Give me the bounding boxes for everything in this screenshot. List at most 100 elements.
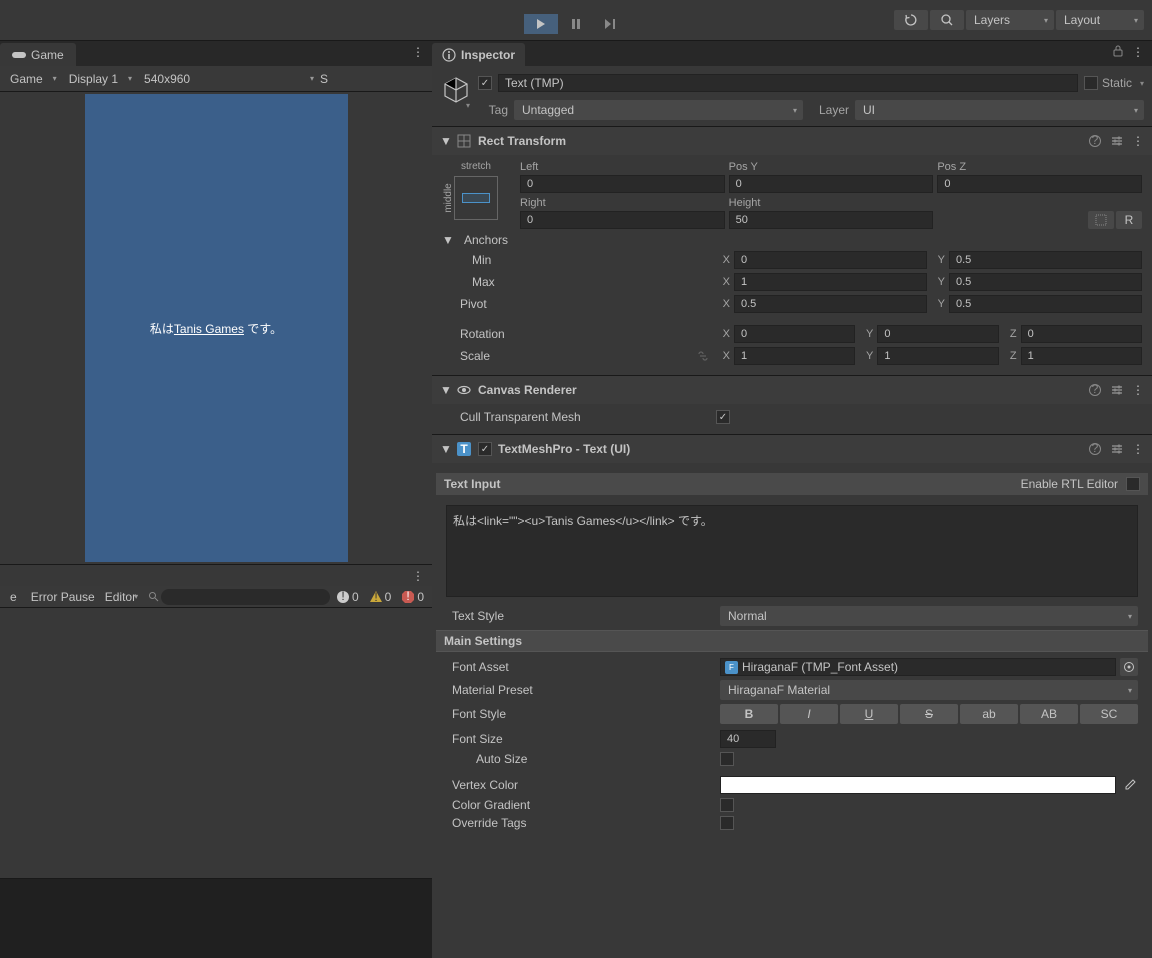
presets-icon[interactable]: [1110, 442, 1124, 456]
style-b-button[interactable]: B: [720, 704, 778, 724]
game-preview-text: 私はTanis Games です。: [150, 318, 282, 338]
anchor-max-y-input[interactable]: [949, 273, 1142, 291]
style-s-button[interactable]: S: [900, 704, 958, 724]
console-tab-menu-icon[interactable]: ⋮: [412, 569, 424, 583]
style-u-button[interactable]: U: [840, 704, 898, 724]
text-style-dropdown[interactable]: Normal: [720, 606, 1138, 626]
auto-size-checkbox[interactable]: [720, 752, 734, 766]
anchor-preset-button[interactable]: stretch middle: [442, 161, 510, 233]
main-settings-section[interactable]: Main Settings: [436, 630, 1148, 652]
text-style-label: Text Style: [446, 609, 716, 623]
pivot-label: Pivot: [442, 297, 712, 311]
pause-button[interactable]: [559, 14, 593, 34]
inspector-tab[interactable]: Inspector: [432, 43, 525, 66]
cull-checkbox[interactable]: [716, 410, 730, 424]
game-mode-dropdown[interactable]: Game: [4, 70, 61, 88]
scale-z-input[interactable]: [1021, 347, 1142, 365]
posy-input[interactable]: [729, 175, 934, 193]
console-search-input[interactable]: [161, 589, 330, 605]
style-sc-button[interactable]: SC: [1080, 704, 1138, 724]
game-tab[interactable]: Game: [0, 43, 76, 66]
left-input[interactable]: [520, 175, 725, 193]
rot-z-input[interactable]: [1021, 325, 1142, 343]
pivot-y-input[interactable]: [949, 295, 1142, 313]
scale-label-wrap: Scale: [442, 349, 712, 363]
anchors-label: Anchors: [458, 233, 508, 247]
help-icon[interactable]: ?: [1088, 442, 1102, 456]
text-input-section[interactable]: Text Input Enable RTL Editor: [436, 473, 1148, 495]
collapse-icon[interactable]: ▼: [440, 442, 450, 456]
constrain-scale-icon[interactable]: [696, 349, 710, 363]
play-button[interactable]: [524, 14, 558, 34]
rot-y-input[interactable]: [877, 325, 998, 343]
layout-dropdown[interactable]: Layout: [1056, 10, 1144, 30]
tmp-text-input[interactable]: 私は<link=""><u>Tanis Games</u></link> です。: [446, 505, 1138, 597]
console-editor-dropdown[interactable]: Editor: [103, 588, 142, 606]
presets-icon[interactable]: [1110, 383, 1124, 397]
game-display-dropdown[interactable]: Display 1: [63, 70, 136, 88]
height-label: Height: [729, 197, 934, 209]
playback-controls: [524, 14, 628, 34]
anchor-max-x-input[interactable]: [734, 273, 927, 291]
static-dropdown-arrow-icon[interactable]: ▾: [1140, 79, 1144, 88]
console-clear-button[interactable]: e: [4, 588, 23, 606]
canvas-renderer-header[interactable]: ▼ Canvas Renderer ? ⋮: [432, 376, 1152, 404]
posz-input[interactable]: [937, 175, 1142, 193]
search-button[interactable]: [930, 10, 964, 30]
help-icon[interactable]: ?: [1088, 383, 1102, 397]
console-toolbar: e Error Pause Editor ! 0 ! 0 ! 0: [0, 586, 432, 608]
undo-history-button[interactable]: [894, 10, 928, 30]
rect-transform-header[interactable]: ▼ Rect Transform ? ⋮: [432, 127, 1152, 155]
gameobject-icon[interactable]: ▾: [440, 74, 472, 106]
tag-dropdown[interactable]: Untagged: [514, 100, 803, 120]
rot-x-input[interactable]: [734, 325, 855, 343]
tmp-header[interactable]: ▼ T TextMeshPro - Text (UI) ? ⋮: [432, 435, 1152, 463]
tmp-enable-checkbox[interactable]: [478, 442, 492, 456]
step-button[interactable]: [594, 14, 628, 34]
collapse-icon[interactable]: ▼: [440, 134, 450, 148]
gameobject-active-checkbox[interactable]: [478, 76, 492, 90]
rtl-checkbox[interactable]: [1126, 477, 1140, 491]
style-ab-button[interactable]: ab: [960, 704, 1018, 724]
inspector-tab-menu-icon[interactable]: ⋮: [1132, 45, 1144, 59]
pivot-x-input[interactable]: [734, 295, 927, 313]
scale-y-input[interactable]: [877, 347, 998, 365]
override-tags-checkbox[interactable]: [720, 816, 734, 830]
raw-edit-button[interactable]: R: [1116, 211, 1142, 229]
layers-dropdown[interactable]: Layers: [966, 10, 1054, 30]
blueprint-mode-button[interactable]: [1088, 211, 1114, 229]
scale-x-input[interactable]: [734, 347, 855, 365]
right-input[interactable]: [520, 211, 725, 229]
anchors-toggle-icon[interactable]: ▼: [442, 233, 452, 247]
eyedropper-button[interactable]: [1120, 776, 1138, 794]
color-gradient-checkbox[interactable]: [720, 798, 734, 812]
font-asset-field[interactable]: F HiraganaF (TMP_Font Asset): [720, 658, 1116, 676]
static-checkbox[interactable]: [1084, 76, 1098, 90]
lock-icon[interactable]: [1112, 45, 1124, 59]
material-dropdown[interactable]: HiraganaF Material: [720, 680, 1138, 700]
console-error-pause-button[interactable]: Error Pause: [25, 588, 101, 606]
help-icon[interactable]: ?: [1088, 134, 1102, 148]
rect-transform-icon: [456, 133, 472, 149]
gameobject-name-input[interactable]: [498, 74, 1078, 92]
console-info-count[interactable]: ! 0: [332, 590, 363, 604]
game-tab-menu-icon[interactable]: ⋮: [412, 45, 424, 59]
font-size-input[interactable]: [720, 730, 776, 748]
anchor-min-y-input[interactable]: [949, 251, 1142, 269]
style-i-button[interactable]: I: [780, 704, 838, 724]
collapse-icon[interactable]: ▼: [440, 383, 450, 397]
presets-icon[interactable]: [1110, 134, 1124, 148]
component-menu-icon[interactable]: ⋮: [1132, 442, 1144, 456]
component-menu-icon[interactable]: ⋮: [1132, 383, 1144, 397]
component-menu-icon[interactable]: ⋮: [1132, 134, 1144, 148]
style-cap-button[interactable]: AB: [1020, 704, 1078, 724]
game-resolution-dropdown[interactable]: 540x960: [138, 70, 318, 88]
height-input[interactable]: [729, 211, 934, 229]
anchor-min-x-input[interactable]: [734, 251, 927, 269]
console-error-count[interactable]: ! 0: [397, 590, 428, 604]
posz-label: Pos Z: [937, 161, 1142, 173]
font-asset-picker-button[interactable]: [1120, 658, 1138, 676]
vertex-color-swatch[interactable]: [720, 776, 1116, 794]
console-warn-count[interactable]: ! 0: [365, 590, 396, 604]
layer-dropdown[interactable]: UI: [855, 100, 1144, 120]
